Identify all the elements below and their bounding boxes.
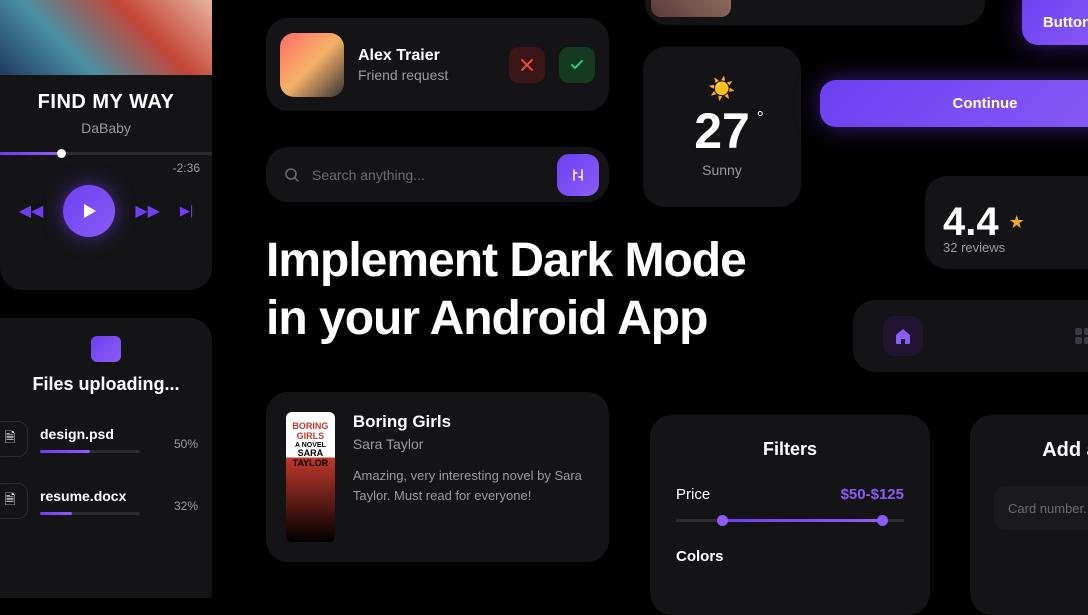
rating-reviews: 32 reviews — [943, 240, 1005, 255]
prev-icon[interactable]: ◀◀ — [19, 201, 44, 221]
continue-button[interactable]: Continue — [820, 80, 1088, 127]
add-card: Add a Card number... — [970, 415, 1088, 615]
headline: Implement Dark Mode in your Android App — [266, 232, 746, 347]
add-card-title: Add a — [994, 439, 1088, 462]
home-icon[interactable] — [883, 316, 923, 356]
strip-thumbnail — [651, 0, 731, 17]
folder-icon — [91, 336, 121, 362]
button-primary[interactable]: Button — [1022, 0, 1088, 45]
rating-score: 4.4 — [943, 200, 999, 245]
skip-end-icon[interactable]: ▶| — [180, 203, 193, 219]
price-label: Price — [676, 486, 710, 503]
play-button[interactable] — [63, 185, 115, 237]
book-author: Sara Taylor — [353, 436, 589, 452]
book-cover: BORINGGIRLS A NOVEL SARATAYLOR — [286, 412, 335, 542]
search-bar — [266, 147, 609, 202]
grid-icon[interactable] — [1063, 316, 1088, 356]
sun-icon: ☀️ — [708, 76, 735, 102]
nav-pills — [853, 300, 1088, 372]
price-value: $50-$125 — [841, 486, 904, 503]
weather-condition: Sunny — [702, 162, 742, 178]
star-icon: ★ — [1009, 212, 1025, 233]
files-card: Files uploading... 🗎 design.psd 50% 🗎 re… — [0, 318, 212, 598]
files-title: Files uploading... — [14, 374, 198, 395]
file-icon: 🗎 — [0, 483, 28, 519]
file-row: 🗎 design.psd 50% — [14, 421, 198, 457]
colors-label: Colors — [676, 548, 904, 565]
next-icon[interactable]: ▶▶ — [135, 201, 160, 221]
book-title: Boring Girls — [353, 412, 589, 432]
reject-button[interactable] — [509, 47, 545, 83]
book-card: BORINGGIRLS A NOVEL SARATAYLOR Boring Gi… — [266, 392, 609, 562]
track-artist: DaBaby — [0, 120, 212, 136]
track-time: -2:36 — [0, 161, 200, 175]
friend-name: Alex Traier — [358, 47, 495, 65]
track-title: FIND MY WAY — [0, 91, 212, 114]
music-player: FIND MY WAY DaBaby -2:36 ◀◀ ▶▶ ▶| — [0, 0, 212, 290]
friend-subtitle: Friend request — [358, 67, 495, 83]
search-icon — [284, 167, 300, 183]
accept-button[interactable] — [559, 47, 595, 83]
avatar — [280, 33, 344, 97]
weather-card: ☀️ 27° Sunny — [643, 47, 801, 207]
friend-request-card: Alex Traier Friend request — [266, 18, 609, 111]
filter-button[interactable] — [557, 154, 599, 196]
track-progress[interactable] — [0, 152, 212, 155]
file-percent: 50% — [174, 437, 198, 451]
filters-card: Filters Price $50-$125 Colors — [650, 415, 930, 615]
temperature: 27° — [694, 102, 750, 160]
book-description: Amazing, very interesting novel by Sara … — [353, 466, 589, 505]
file-icon: 🗎 — [0, 421, 28, 457]
rating-card: 4.4 ★ 32 reviews 54321 — [925, 176, 1088, 269]
file-percent: 32% — [174, 499, 198, 513]
price-slider[interactable] — [676, 519, 904, 522]
filters-title: Filters — [676, 439, 904, 460]
search-input[interactable] — [312, 167, 545, 183]
file-row: 🗎 resume.docx 32% — [14, 483, 198, 519]
album-art — [0, 0, 212, 75]
card-number-input[interactable]: Card number... — [994, 486, 1088, 530]
